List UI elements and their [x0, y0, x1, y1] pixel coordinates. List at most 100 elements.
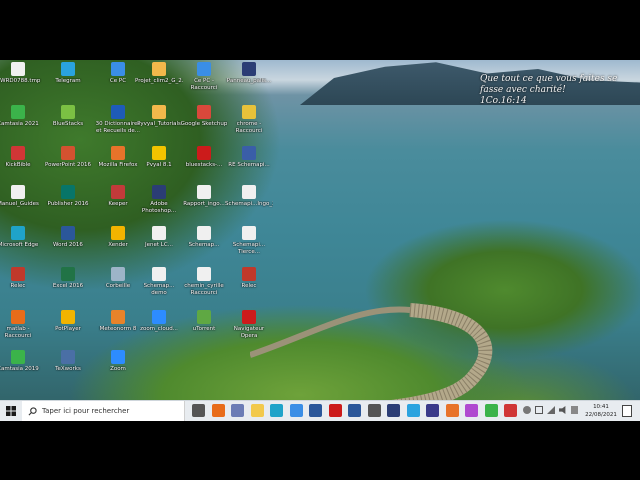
desktop-icon[interactable]: Publisher 2016	[44, 185, 92, 225]
desktop-icon[interactable]: matlab - Raccourci	[0, 310, 42, 350]
volume-icon[interactable]	[559, 406, 566, 414]
desktop-icon[interactable]: PowerPoint 2016	[44, 146, 92, 186]
task-view-icon[interactable]	[192, 404, 205, 417]
desktop-icon-label: PowerPoint 2016	[44, 162, 92, 168]
desktop-icon[interactable]: Rapport_ingo...	[180, 185, 228, 225]
desktop-icon[interactable]: Schemap... demo	[135, 267, 183, 307]
chrome-icon	[242, 105, 256, 119]
desktop-icon[interactable]: Schemapi...Ingo_2(1)	[225, 185, 273, 225]
explorer-icon[interactable]	[250, 404, 264, 417]
desktop[interactable]: Que tout ce que vous faites se fasse ave…	[0, 60, 640, 420]
search-box[interactable]: Taper ici pour rechercher	[22, 401, 185, 421]
bible-icon[interactable]	[426, 404, 439, 417]
desktop-icon[interactable]: zoom_cloud...	[135, 310, 183, 350]
desktop-icon-label: Zoom	[110, 366, 126, 372]
quote-line-1: Que tout ce que vous faites se	[480, 74, 618, 84]
skype-icon[interactable]	[406, 404, 420, 417]
desktop-icon[interactable]: Ce PC - Raccourci	[180, 62, 228, 102]
desktop-icon-label: RE Schemapi...	[228, 162, 270, 168]
desktop-icon[interactable]: chrome - Raccourci	[225, 105, 273, 145]
app-icon[interactable]	[231, 404, 244, 417]
desktop-icon[interactable]: Pvyal 8.1	[135, 146, 183, 186]
notification-icon[interactable]	[622, 405, 632, 417]
desktop-icon[interactable]: Camtasia 2019	[0, 350, 42, 390]
recycle-bin-icon	[111, 267, 125, 281]
firefox-icon[interactable]	[445, 404, 459, 417]
desktop-icon[interactable]: Schemap...	[180, 226, 228, 266]
desktop-icon[interactable]: TeXworks	[44, 350, 92, 390]
mail-icon[interactable]	[309, 404, 322, 417]
desktop-icon-label: Microsoft Edge	[0, 242, 39, 248]
file-icon	[152, 105, 166, 119]
desktop-icon[interactable]: PotPlayer	[44, 310, 92, 350]
desktop-icon[interactable]: KickBible	[0, 146, 42, 186]
desktop-icon[interactable]: Pyvyal_Tutorials	[135, 105, 183, 145]
desktop-icon[interactable]: Word 2016	[44, 226, 92, 266]
chevron-up-icon[interactable]	[535, 406, 543, 414]
taskbar: Taper ici pour rechercher 10:41 22/08/20…	[0, 400, 640, 421]
opera-icon	[197, 146, 211, 160]
bluestacks-icon	[61, 105, 75, 119]
desktop-icon-label: chemin_cyrille Raccourci	[184, 283, 224, 296]
desktop-icon[interactable]: Google Sketchup	[180, 105, 228, 145]
desktop-icon-label: Word 2016	[53, 242, 83, 248]
start-button[interactable]	[0, 401, 22, 421]
desktop-icon[interactable]: bluestacks-...	[180, 146, 228, 186]
camtasia-icon	[11, 105, 25, 119]
desktop-icon-label: ~WRD0788.tmp	[0, 78, 41, 84]
matlab-icon	[11, 310, 25, 324]
file-icon	[242, 185, 256, 199]
desktop-icon[interactable]: ~WRD0788.tmp	[0, 62, 42, 102]
photoshop-icon[interactable]	[387, 404, 400, 417]
quote-reference: 1Co.16:14	[480, 96, 527, 106]
desktop-icon[interactable]: Microsoft Edge	[0, 226, 42, 266]
desktop-icon-label: Schemapi... Tierce...	[232, 242, 266, 255]
bible-quote: Que tout ce que vous faites se fasse ave…	[480, 74, 630, 107]
camtasia-icon[interactable]	[484, 404, 498, 417]
desktop-icon[interactable]: Adobe Photoshop...	[135, 185, 183, 225]
app-icon[interactable]	[504, 404, 517, 417]
desktop-icon-label: Excel 2016	[52, 283, 84, 289]
stairway-path-image	[250, 303, 493, 420]
desktop-icon-label: bluestacks-...	[185, 162, 223, 168]
desktop-icon[interactable]: RE Schemapi...	[225, 146, 273, 186]
desktop-icon[interactable]: Jenet LC...	[135, 226, 183, 266]
paint-icon[interactable]	[465, 404, 478, 417]
desktop-icon[interactable]: Zoom	[94, 350, 142, 390]
language-icon[interactable]	[571, 406, 578, 414]
word-icon[interactable]	[348, 404, 361, 417]
desktop-icon[interactable]: BlueStacks	[44, 105, 92, 145]
word-icon	[61, 226, 75, 240]
desktop-icon[interactable]: Panneau_palis...	[225, 62, 273, 102]
file-icon	[242, 146, 256, 160]
monitor-icon[interactable]	[367, 404, 381, 417]
desktop-icon[interactable]: uTorrent	[180, 310, 228, 350]
desktop-icon[interactable]: Excel 2016	[44, 267, 92, 307]
desktop-icon[interactable]: Manuel_Guides	[0, 185, 42, 225]
file-icon	[197, 267, 211, 281]
windows-icon	[6, 406, 16, 416]
edge-icon	[11, 226, 25, 240]
edge-icon[interactable]	[270, 404, 283, 417]
clock[interactable]: 10:41 22/08/2021	[582, 403, 620, 419]
opera-icon[interactable]	[328, 404, 342, 417]
zoom-icon	[111, 350, 125, 364]
desktop-icon[interactable]: Schemapi... Tierce...	[225, 226, 273, 266]
desktop-icon[interactable]: Camtasia 2021	[0, 105, 42, 145]
file-icon	[111, 185, 125, 199]
desktop-icon[interactable]: Projet_clim2_G_2...	[135, 62, 183, 102]
desktop-icon-label: Rapport_ingo...	[183, 201, 225, 207]
people-icon[interactable]	[523, 406, 531, 414]
sketchup-icon	[197, 105, 211, 119]
wifi-icon[interactable]	[547, 406, 555, 414]
matlab-icon[interactable]	[211, 404, 225, 417]
desktop-icon[interactable]: Navigateur Opera	[225, 310, 273, 350]
desktop-icon[interactable]: Relec	[225, 267, 273, 307]
desktop-icon[interactable]: Relec	[0, 267, 42, 307]
desktop-icon[interactable]: chemin_cyrille Raccourci	[180, 267, 228, 307]
book-icon	[111, 105, 125, 119]
store-icon[interactable]	[289, 404, 303, 417]
desktop-icon[interactable]: Telegram	[44, 62, 92, 102]
file-icon	[152, 267, 166, 281]
desktop-icon-label: KickBible	[5, 162, 31, 168]
